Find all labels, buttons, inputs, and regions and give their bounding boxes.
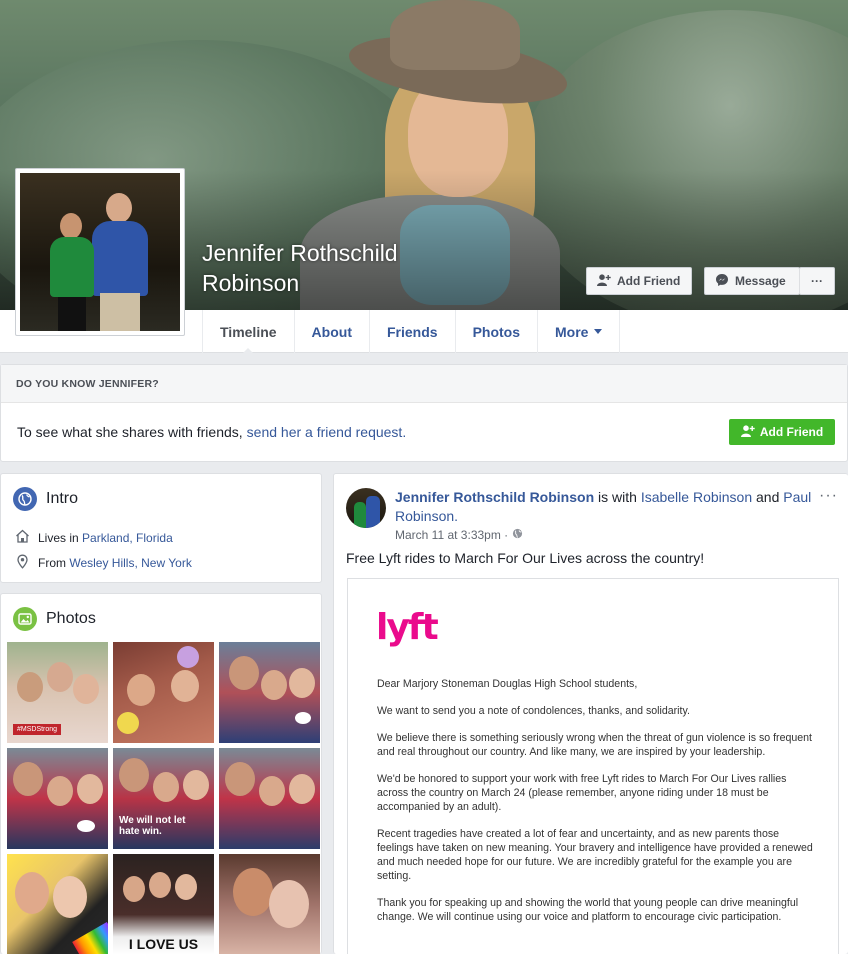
lives-in-link[interactable]: Parkland, Florida [82, 531, 173, 545]
letter-paragraph: Thank you for speaking up and showing th… [377, 897, 799, 923]
tab-about[interactable]: About [293, 310, 369, 353]
photo-thumbnail[interactable] [219, 642, 320, 743]
message-button[interactable]: Message [704, 267, 800, 295]
post-text: Free Lyft rides to March For Our Lives a… [346, 550, 705, 566]
post-header: Jennifer Rothschild Robinson is with Isa… [395, 488, 820, 526]
photo-hashtag: #MSDStrong [13, 724, 62, 735]
profile-name-line1: Jennifer Rothschild [202, 240, 398, 266]
send-friend-request-link[interactable]: send her a friend request. [247, 424, 407, 440]
profile-tabs: Timeline About Friends Photos More [202, 310, 621, 354]
tab-timeline[interactable]: Timeline [202, 310, 294, 354]
lyft-logo: lyft [376, 607, 439, 648]
public-globe-icon [512, 528, 523, 542]
tab-friends[interactable]: Friends [368, 310, 455, 353]
letter-paragraph: We want to send you a note of condolence… [377, 705, 690, 717]
do-you-know-body: To see what she shares with friends, sen… [1, 403, 847, 461]
profile-picture[interactable] [15, 168, 185, 336]
lives-in-prefix: Lives in [38, 530, 79, 545]
more-dots-icon: ··· [811, 274, 823, 288]
photo-thumbnail[interactable]: We will not let hate win. [113, 748, 214, 849]
photo-caption: I LOVE US [128, 936, 199, 952]
intro-title: Intro [13, 487, 78, 511]
add-friend-icon [740, 424, 755, 440]
letter-body: Dear Marjory Stoneman Douglas High Schoo… [377, 677, 817, 937]
location-pin-icon [15, 554, 30, 572]
post-and-text: and [756, 489, 780, 505]
photos-card: Photos #MSDStrong We will not let hate w… [0, 593, 322, 954]
intro-title-label: Intro [46, 490, 79, 507]
photo-thumbnail[interactable] [113, 642, 214, 743]
post-with-text: is with [598, 489, 637, 505]
post-timestamp[interactable]: March 11 at 3:33pm · [395, 528, 508, 542]
tab-label: About [311, 323, 352, 340]
tab-label: More [555, 323, 589, 340]
photo-caption: We will not let hate win. [119, 815, 186, 837]
tagged-person-link[interactable]: Isabelle Robinson [641, 489, 752, 505]
tab-more[interactable]: More [537, 310, 621, 353]
post-author-avatar[interactable] [346, 488, 386, 528]
post-author-link[interactable]: Jennifer Rothschild Robinson [395, 489, 594, 505]
photo-icon [13, 607, 37, 631]
home-icon [15, 529, 30, 546]
photo-thumbnail[interactable]: #MSDStrong [7, 642, 108, 743]
intro-lives-in: Lives in Parkland, Florida [15, 529, 173, 546]
profile-name-line2: Robinson [202, 270, 300, 296]
photo-thumbnail[interactable] [7, 748, 108, 849]
photos-grid: #MSDStrong We will not let hate win. I L… [7, 642, 320, 954]
intro-from: From Wesley Hills, New York [15, 554, 192, 572]
add-friend-button[interactable]: Add Friend [586, 267, 692, 295]
from-link[interactable]: Wesley Hills, New York [69, 556, 191, 570]
do-you-know-header: DO YOU KNOW JENNIFER? [1, 365, 847, 403]
more-options-button[interactable]: ··· [799, 267, 835, 295]
message-label: Message [735, 274, 786, 288]
photos-title-label: Photos [46, 610, 96, 627]
photo-thumbnail[interactable]: I LOVE US [113, 854, 214, 954]
globe-icon [13, 487, 37, 511]
add-friend-green-label: Add Friend [759, 425, 824, 439]
tab-label: Photos [472, 323, 521, 340]
photos-title: Photos [13, 607, 96, 631]
do-you-know-card: DO YOU KNOW JENNIFER? To see what she sh… [0, 364, 848, 462]
profile-name[interactable]: Jennifer Rothschild Robinson [202, 238, 462, 298]
tab-photos[interactable]: Photos [454, 310, 537, 353]
intro-card: Intro Lives in Parkland, Florida From We… [0, 473, 322, 583]
tab-label: Friends [386, 323, 438, 340]
caret-down-icon [594, 329, 603, 334]
post-options-icon[interactable]: ··· [819, 487, 838, 505]
post-image-letter[interactable]: lyft Dear Marjory Stoneman Douglas High … [347, 578, 839, 954]
from-prefix: From [38, 556, 66, 570]
timeline-post: Jennifer Rothschild Robinson is with Isa… [333, 473, 848, 954]
letter-paragraph: Dear Marjory Stoneman Douglas High Schoo… [377, 678, 638, 690]
letter-paragraph: We believe there is something seriously … [377, 732, 812, 758]
photo-thumbnail[interactable] [219, 748, 320, 849]
post-meta: March 11 at 3:33pm · [395, 528, 523, 542]
do-you-know-text: To see what she shares with friends, [17, 424, 243, 440]
messenger-icon [715, 273, 729, 290]
photo-thumbnail[interactable] [7, 854, 108, 954]
letter-paragraph: Recent tragedies have created a lot of f… [377, 828, 813, 882]
add-friend-icon [597, 273, 611, 289]
tab-label: Timeline [220, 323, 277, 340]
add-friend-green-button[interactable]: Add Friend [729, 419, 835, 445]
add-friend-label: Add Friend [617, 274, 681, 288]
letter-paragraph: We'd be honored to support your work wit… [377, 773, 787, 813]
photo-thumbnail[interactable] [219, 854, 320, 954]
